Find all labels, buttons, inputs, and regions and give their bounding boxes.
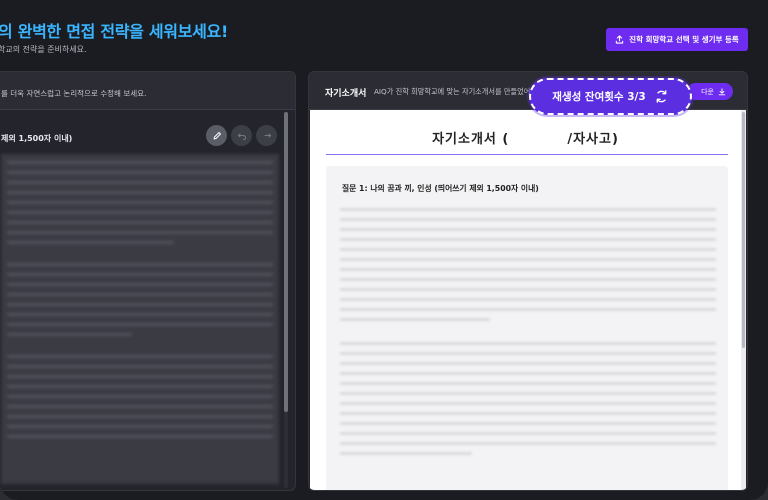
- regenerate-label: 재생성 잔여횟수 3/3: [552, 91, 646, 103]
- download-label: 다운: [701, 87, 714, 96]
- essay-answer-card: 질문 1: 나의 꿈과 끼, 인성 (띄어쓰기 제외 1,500자 이내): [326, 166, 728, 490]
- download-icon: [718, 87, 726, 95]
- edit-button[interactable]: [206, 125, 227, 146]
- editor-scrollbar-thumb[interactable]: [284, 112, 288, 412]
- essay-question: 질문 1: 나의 꿈과 끼, 인성 (띄어쓰기 제외 1,500자 이내): [342, 184, 539, 193]
- editor-question: 제외 1,500자 이내): [1, 134, 73, 143]
- undo-button[interactable]: [231, 125, 252, 146]
- essay-panel-title: 자기소개서: [325, 89, 367, 99]
- doc-title-left: 자기소개서 (: [432, 132, 510, 147]
- upload-icon: [615, 35, 624, 44]
- select-school-button[interactable]: 진학 희망학교 선택 및 생기부 등록: [606, 28, 748, 51]
- editor-text-area[interactable]: [1, 154, 279, 484]
- redo-icon: [264, 133, 271, 137]
- editor-panel: 를 더욱 자연스럽고 논리적으로 수정해 보세요. 제외 1,500자 이내): [0, 71, 296, 491]
- essay-scrollbar[interactable]: [741, 110, 746, 490]
- essay-panel: 자기소개서 AIQ가 진학 희망학교에 맞는 자기소개서를 만들었어요 다운 자…: [308, 71, 748, 491]
- essay-document-title: 자기소개서 ( /자사고): [310, 128, 741, 147]
- page-header: 의 완벽한 면접 전략을 세워보세요! 학교의 전략을 준비하세요. 진학 희망…: [0, 0, 768, 68]
- refresh-icon: [656, 90, 667, 103]
- essay-panel-description: AIQ가 진학 희망학교에 맞는 자기소개서를 만들었어요: [374, 87, 534, 96]
- editor-scrollbar[interactable]: [284, 112, 288, 488]
- editor-toolbar: 를 더욱 자연스럽고 논리적으로 수정해 보세요.: [0, 72, 295, 110]
- download-button[interactable]: 다운: [687, 83, 733, 100]
- undo-icon: [237, 133, 246, 140]
- edit-icon: [213, 131, 221, 139]
- redo-button[interactable]: [256, 125, 277, 146]
- select-school-label: 진학 희망학교 선택 및 생기부 등록: [629, 35, 739, 44]
- essay-scrollbar-thumb[interactable]: [742, 112, 745, 348]
- headline-prefix: 의: [0, 22, 13, 41]
- doc-title-right: /자사고): [567, 132, 619, 147]
- regenerate-button[interactable]: 재생성 잔여횟수 3/3: [529, 78, 692, 115]
- headline-accent: 완벽한 면접 전략을 세워보세요!: [17, 22, 229, 41]
- app-frame: 의 완벽한 면접 전략을 세워보세요! 학교의 전략을 준비하세요. 진학 희망…: [0, 0, 768, 500]
- page-subline: 학교의 전략을 준비하세요.: [0, 45, 87, 54]
- essay-document: 자기소개서 ( /자사고) 질문 1: 나의 꿈과 끼, 인성 (띄어쓰기 제외 …: [310, 110, 741, 490]
- page-headline: 의 완벽한 면접 전략을 세워보세요!: [0, 18, 228, 42]
- editor-hint: 를 더욱 자연스럽고 논리적으로 수정해 보세요.: [1, 89, 147, 98]
- essay-answer-text: [340, 201, 716, 490]
- title-divider: [326, 154, 728, 155]
